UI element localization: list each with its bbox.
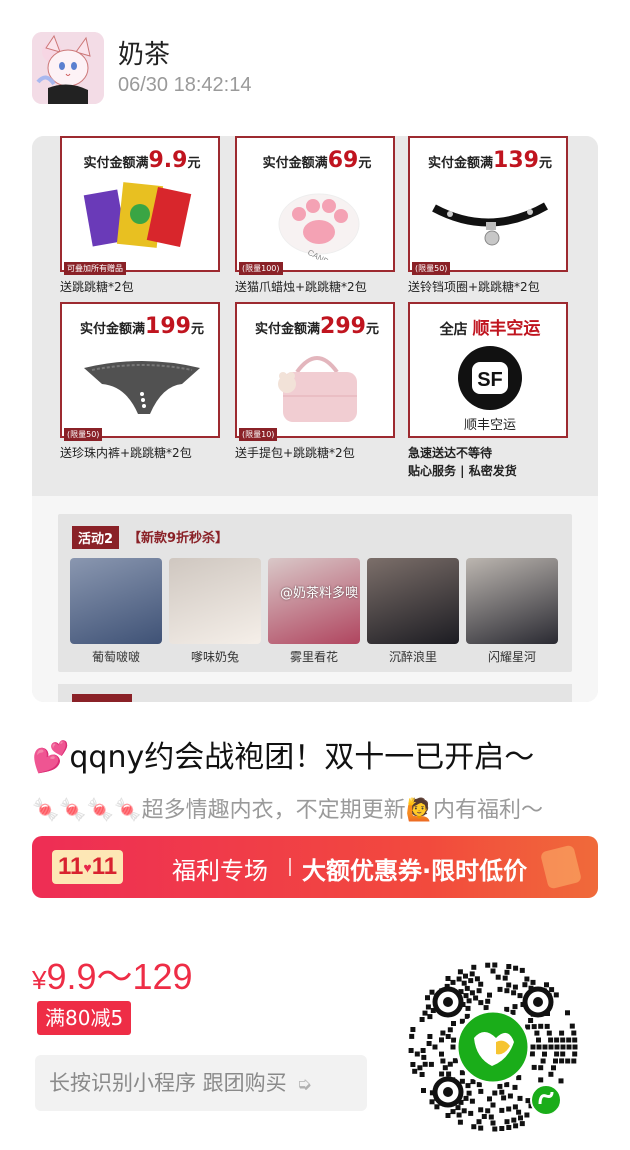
- product-title: 💕qqny约会战袍团！双十一已开启～: [32, 740, 535, 775]
- product-thumb-label: 嗲味奶兔: [190, 650, 239, 664]
- sf-logo-text: SF: [477, 369, 503, 391]
- username: 奶茶: [118, 40, 171, 70]
- activity-section: 活动2 【新款9折秒杀】 葡萄啵啵 嗲味奶兔 雾里看花 沉醉浪里 闪耀星河 @奶…: [32, 496, 598, 702]
- product-thumb: [268, 558, 360, 644]
- activity-panel-next: [58, 684, 572, 702]
- avatar[interactable]: [32, 32, 104, 104]
- shipping-headline: 全店 顺丰空运: [439, 319, 541, 339]
- gift-card: 实付金额满299元 (限量10): [235, 302, 395, 441]
- gift-card: 实付金额满199元 (限量50): [60, 302, 220, 441]
- coupon-badge: 满80减5: [37, 1001, 132, 1035]
- currency-symbol: ¥: [32, 965, 47, 995]
- banner-text-coupon: 大额优惠券·限时低价: [302, 857, 528, 885]
- gift-threshold: 实付金额满139元: [428, 148, 552, 173]
- heart-icon: ♥: [83, 859, 92, 876]
- gift-description: 送猫爪蜡烛+跳跳糖*2包: [235, 280, 367, 294]
- gift-card: 实付金额满139元 (限量50): [408, 136, 568, 275]
- qr-code-icon: [408, 962, 578, 1132]
- cat-paw-candle-image: CANDLE: [278, 193, 360, 260]
- gift-card: 实付金额满69元 CANDLE (限量100): [235, 136, 395, 275]
- gift-description: 送跳跳糖*2包: [60, 280, 134, 294]
- activity-badge: 活动2: [72, 526, 120, 549]
- gift-tag: (限量50): [64, 428, 103, 441]
- gift-description-2: 贴心服务 | 私密发货: [408, 464, 517, 478]
- red-envelope-icon: [539, 844, 583, 890]
- activity-title: 【新款9折秒杀】: [128, 531, 229, 546]
- gift-tag: (限量100): [239, 262, 283, 275]
- product-thumb-label: 沉醉浪里: [388, 650, 437, 664]
- product-thumb: [70, 558, 162, 644]
- gift-threshold: 实付金额满69元: [262, 148, 372, 173]
- candy-packs-image: [83, 182, 192, 248]
- hand-pointer-icon: ➭: [296, 1074, 312, 1095]
- gift-threshold: 实付金额满9.9元: [83, 148, 201, 173]
- buy-hint-button[interactable]: 长按识别小程序 跟团购买 ➭: [35, 1055, 367, 1111]
- gift-tag: (限量10): [239, 428, 278, 441]
- gift-threshold: 实付金额满299元: [255, 314, 379, 339]
- gift-card: 全店 顺丰空运 SF 顺丰空运: [408, 302, 568, 438]
- product-thumb: [466, 558, 558, 644]
- bell-collar-image: [432, 202, 548, 246]
- sf-label: 顺丰空运: [463, 418, 516, 433]
- timestamp: 06/30 18:42:14: [118, 74, 252, 96]
- gift-description: 急速送达不等待: [408, 446, 493, 460]
- product-thumb-label: 雾里看花: [289, 650, 338, 664]
- pearl-lingerie-image: [84, 361, 200, 414]
- miniprogram-qr-code[interactable]: [404, 958, 582, 1136]
- watermark: @奶茶料多噢: [280, 586, 359, 601]
- product-subtitle: 🍬🍬🍬🍬超多情趣内衣，不定期更新🙋内有福利～: [32, 798, 543, 823]
- sf-express-logo-icon: SF: [458, 346, 522, 410]
- gift-description: 送铃铛项圈+跳跳糖*2包: [408, 280, 540, 294]
- price-range: ¥9.9～129: [32, 956, 193, 997]
- activity-panel: 活动2 【新款9折秒杀】 葡萄啵啵 嗲味奶兔 雾里看花 沉醉浪里 闪耀星河 @奶…: [58, 514, 572, 672]
- banner-divider: [289, 858, 291, 876]
- banner-text-welfare: 福利专场: [172, 857, 268, 885]
- gift-tag: (限量50): [412, 262, 451, 275]
- gift-description: 送珍珠内裤+跳跳糖*2包: [60, 446, 192, 460]
- activity-badge-partial: [72, 694, 132, 702]
- product-thumb-label: 闪耀星河: [487, 650, 536, 664]
- product-poster[interactable]: 实付金额满9.9元 可叠加所有赠品 送跳跳糖*2包 实付金额满69元 CANDL…: [32, 136, 598, 702]
- pink-handbag-image: [278, 356, 357, 422]
- promo-banner[interactable]: 11♥11 福利专场 大额优惠券·限时低价: [32, 836, 598, 898]
- gift-description: 送手提包+跳跳糖*2包: [235, 446, 355, 460]
- gift-grid: 实付金额满9.9元 可叠加所有赠品 送跳跳糖*2包 实付金额满69元 CANDL…: [32, 136, 598, 496]
- product-thumb-label: 葡萄啵啵: [91, 650, 140, 664]
- gift-threshold: 实付金额满199元: [80, 314, 204, 339]
- product-thumb: [367, 558, 459, 644]
- gift-tag: 可叠加所有赠品: [64, 262, 126, 275]
- cat-avatar-icon: [32, 32, 104, 104]
- buy-hint-label: 长按识别小程序 跟团购买: [49, 1071, 287, 1095]
- product-thumb: [169, 558, 261, 644]
- gift-card: 实付金额满9.9元 可叠加所有赠品: [60, 136, 220, 275]
- double-eleven-badge: 11♥11: [52, 850, 124, 884]
